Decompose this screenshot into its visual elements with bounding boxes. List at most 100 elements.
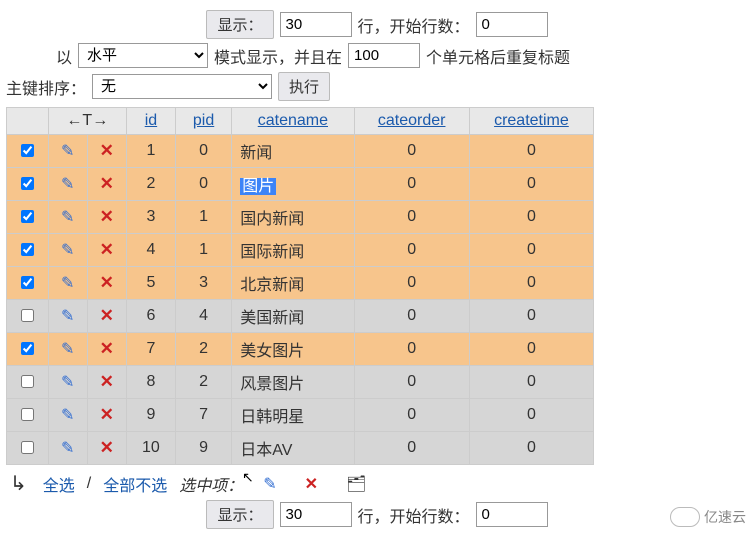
sort-select[interactable]: 无 [92,74,272,99]
cell-createtime: 0 [469,168,593,201]
col-nav[interactable]: ←T→ [48,108,126,135]
row-checkbox[interactable] [21,408,34,421]
repeat-input[interactable] [348,43,420,68]
edit-icon[interactable]: ✎ [61,341,74,358]
row-checkbox[interactable] [21,342,34,355]
cell-createtime: 0 [469,333,593,366]
col-catename[interactable]: catename [232,108,354,135]
row-checkbox[interactable] [21,309,34,322]
cell-pid: 2 [175,333,231,366]
delete-icon[interactable]: ✕ [100,306,114,325]
edit-icon[interactable]: ✎ [61,407,74,424]
cell-catename[interactable]: 日本AV [232,432,354,465]
delete-icon[interactable]: ✕ [100,438,114,457]
cell-createtime: 0 [469,432,593,465]
row-checkbox[interactable] [21,276,34,289]
cell-pid: 9 [175,432,231,465]
cell-catename[interactable]: 国内新闻 [232,201,354,234]
edit-icon[interactable]: ✎ [61,308,74,325]
cell-cateorder: 0 [354,366,469,399]
cell-pid: 1 [175,201,231,234]
data-table: ←T→ id pid catename cateorder createtime… [6,107,594,465]
delete-icon[interactable]: ✕ [100,174,114,193]
edit-icon[interactable]: ✎ [61,275,74,292]
edit-icon[interactable]: ✎ [61,440,74,457]
edit-icon[interactable]: ✎ [61,176,74,193]
row-checkbox[interactable] [21,210,34,223]
cell-id: 8 [126,366,175,399]
edit-icon[interactable]: ✎ [61,242,74,259]
show-button-bottom[interactable]: 显示： [206,500,273,529]
cell-catename[interactable]: 风景图片 [232,366,354,399]
cell-catename[interactable]: 日韩明星 [232,399,354,432]
start-input-bottom[interactable] [476,502,548,527]
col-pid[interactable]: pid [175,108,231,135]
cell-pid: 0 [175,135,231,168]
mode-prefix: 以 [56,44,72,68]
col-cateorder[interactable]: cateorder [354,108,469,135]
show-button-top[interactable]: 显示： [206,10,273,39]
row-checkbox[interactable] [21,177,34,190]
col-checkbox [7,108,49,135]
delete-icon[interactable]: ✕ [100,339,114,358]
rows-input-bottom[interactable] [280,502,352,527]
cell-pid: 3 [175,267,231,300]
cell-catename[interactable]: 美国新闻 [232,300,354,333]
delete-icon[interactable]: ✕ [100,240,114,259]
cell-pid: 2 [175,366,231,399]
row-checkbox[interactable] [21,375,34,388]
back-arrow-icon[interactable]: ↳ [6,471,31,496]
row-checkbox[interactable] [21,243,34,256]
cell-pid: 4 [175,300,231,333]
cell-cateorder: 0 [354,201,469,234]
delete-icon[interactable]: ✕ [100,405,114,424]
col-id[interactable]: id [126,108,175,135]
col-createtime[interactable]: createtime [469,108,593,135]
edit-icon[interactable]: ✎ [61,143,74,160]
sort-label: 主键排序： [6,75,86,99]
edit-icon[interactable]: ✎ [61,209,74,226]
cell-catename[interactable]: 国际新闻 [232,234,354,267]
cell-catename[interactable]: 美女图片 [232,333,354,366]
delete-selected-icon[interactable]: ✕ [297,474,326,494]
cell-cateorder: 0 [354,432,469,465]
start-input-top[interactable] [476,12,548,37]
table-row: ✎✕41国际新闻00 [7,234,594,267]
execute-button[interactable]: 执行 [278,72,330,101]
cell-id: 6 [126,300,175,333]
cell-id: 4 [126,234,175,267]
delete-icon[interactable]: ✕ [100,141,114,160]
cell-cateorder: 0 [354,300,469,333]
cell-createtime: 0 [469,300,593,333]
delete-icon[interactable]: ✕ [100,273,114,292]
edit-selected-icon[interactable]: ✎ [255,474,284,494]
cell-cateorder: 0 [354,333,469,366]
cell-catename[interactable]: 图片 [232,168,354,201]
mode-select[interactable]: 水平 [78,43,208,68]
cell-createtime: 0 [469,399,593,432]
table-row: ✎✕109日本AV00 [7,432,594,465]
cell-cateorder: 0 [354,234,469,267]
cell-cateorder: 0 [354,267,469,300]
cell-id: 10 [126,432,175,465]
delete-icon[interactable]: ✕ [100,372,114,391]
rows-label-bottom: 行，开始行数： [358,503,470,527]
cell-pid: 1 [175,234,231,267]
selected-label: 选中项： [179,472,243,496]
brand-logo: 亿速云 [670,507,746,527]
table-row: ✎✕53北京新闻00 [7,267,594,300]
cell-createtime: 0 [469,201,593,234]
cell-id: 3 [126,201,175,234]
row-checkbox[interactable] [21,144,34,157]
edit-icon[interactable]: ✎ [61,374,74,391]
row-checkbox[interactable] [21,441,34,454]
select-none-link[interactable]: 全部不选 [103,472,167,496]
rows-input-top[interactable] [280,12,352,37]
cell-catename[interactable]: 北京新闻 [232,267,354,300]
export-icon[interactable]: 🗂 [338,474,374,494]
delete-icon[interactable]: ✕ [100,207,114,226]
sep: / [87,475,91,493]
cell-catename[interactable]: 新闻 [232,135,354,168]
cloud-icon [670,507,700,527]
select-all-link[interactable]: 全选 [43,472,75,496]
